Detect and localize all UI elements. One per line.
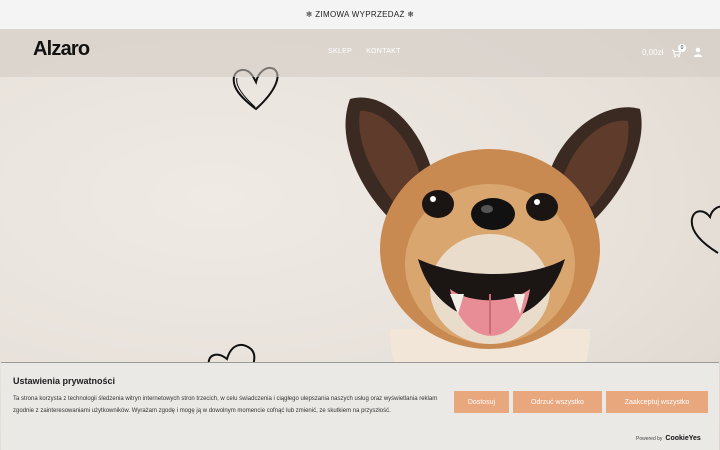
heart-doodle-icon (690, 205, 720, 254)
cart-total[interactable]: 0,00zł (642, 48, 663, 57)
powered-by: Powered by CookieYes (636, 435, 701, 442)
dog-photo (345, 97, 642, 409)
accept-all-button[interactable]: Zaakceptuj wszystko (606, 391, 708, 413)
main-nav: SKLEP KONTAKT (328, 48, 401, 55)
announcement-text: ❄ ZIMOWA WYPRZEDAŻ ❄ (305, 10, 415, 19)
cookieyes-logo[interactable]: CookieYes (665, 435, 700, 442)
powered-by-label: Powered by (636, 435, 663, 442)
cart-count-badge: 0 (678, 44, 686, 52)
nav-link-contact[interactable]: KONTAKT (366, 48, 401, 55)
announcement-bar: ❄ ZIMOWA WYPRZEDAŻ ❄ (0, 0, 720, 29)
reject-all-button[interactable]: Odrzuć wszystko (513, 391, 602, 413)
cookie-banner-text: Ta strona korzysta z technologii śledzen… (13, 396, 438, 414)
cookie-consent-banner: Ustawienia prywatności Ta strona korzyst… (1, 362, 719, 450)
customize-button[interactable]: Dostosuj (454, 391, 509, 413)
cookie-banner-title: Ustawienia prywatności (13, 376, 116, 386)
user-account-icon[interactable] (693, 47, 703, 57)
nav-link-shop[interactable]: SKLEP (328, 48, 352, 55)
heart-doodle-icon (207, 343, 256, 365)
site-logo[interactable]: Alzaro (33, 38, 90, 61)
site-header: Alzaro SKLEP KONTAKT 0,00zł (0, 29, 720, 77)
